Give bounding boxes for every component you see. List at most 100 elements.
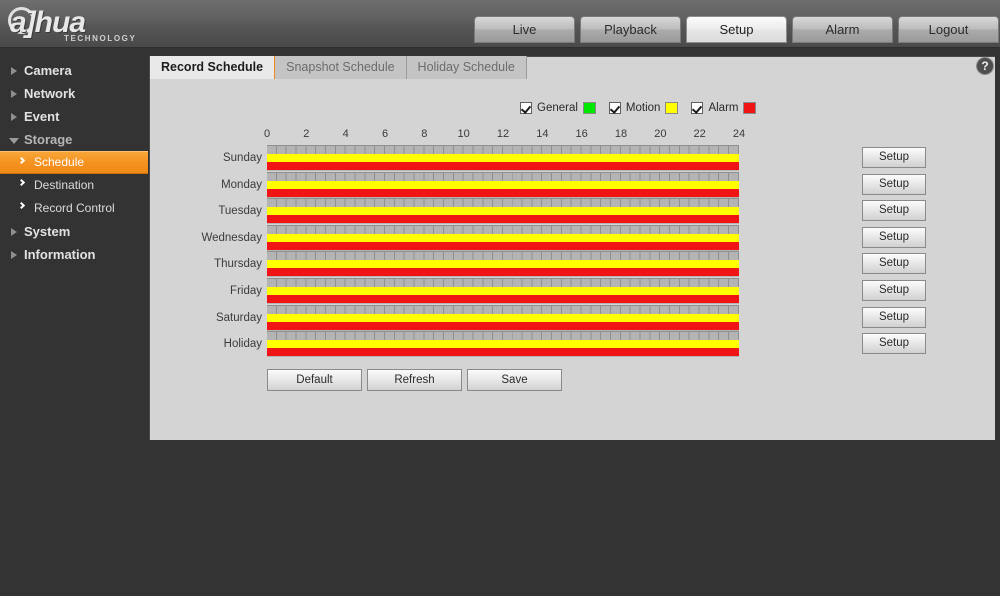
schedule-band-motion[interactable] xyxy=(267,287,739,295)
tab-record-schedule[interactable]: Record Schedule xyxy=(150,56,275,79)
legend-swatch-general xyxy=(583,102,596,114)
schedule-band-motion[interactable] xyxy=(267,260,739,268)
setup-button[interactable]: Setup xyxy=(862,307,926,328)
logo-tagline: TECHNOLOGY xyxy=(64,34,136,43)
schedule-band-alarm[interactable] xyxy=(267,348,739,357)
help-icon-glyph: ? xyxy=(976,57,994,75)
save-button[interactable]: Save xyxy=(467,369,562,391)
schedule-day-label: Saturday xyxy=(216,312,262,324)
schedule-band-general[interactable] xyxy=(267,251,739,260)
schedule-row: SundaySetup xyxy=(267,145,739,172)
topnav-logout-button[interactable]: Logout xyxy=(898,16,999,43)
axis-tick-label: 12 xyxy=(497,128,509,140)
app-header: a]hua TECHNOLOGY LivePlaybackSetupAlarmL… xyxy=(0,0,1000,48)
schedule-band-ticks xyxy=(267,199,739,207)
schedule-band-motion[interactable] xyxy=(267,181,739,189)
topnav-alarm-button[interactable]: Alarm xyxy=(792,16,893,43)
setup-button[interactable]: Setup xyxy=(862,147,926,168)
default-button[interactable]: Default xyxy=(267,369,362,391)
sidebar-item-label: Destination xyxy=(34,178,94,192)
chevron-right-icon xyxy=(11,228,17,236)
schedule-segment-motion xyxy=(267,287,739,295)
schedule-day-label: Holiday xyxy=(224,338,262,350)
checkbox-general-icon[interactable] xyxy=(520,102,532,114)
tab-snapshot-schedule[interactable]: Snapshot Schedule xyxy=(275,56,406,79)
schedule-row: TuesdaySetup xyxy=(267,198,739,225)
sidebar-item-event[interactable]: Event xyxy=(0,105,148,128)
checkbox-motion-icon[interactable] xyxy=(609,102,621,114)
setup-button[interactable]: Setup xyxy=(862,227,926,248)
schedule-row: WednesdaySetup xyxy=(267,225,739,252)
refresh-button[interactable]: Refresh xyxy=(367,369,462,391)
axis-tick-label: 22 xyxy=(694,128,706,140)
sidebar-item-storage[interactable]: Storage xyxy=(0,128,148,151)
schedule-band-motion[interactable] xyxy=(267,314,739,322)
schedule-band-alarm[interactable] xyxy=(267,295,739,304)
axis-tick-label: 4 xyxy=(343,128,349,140)
schedule-band-motion[interactable] xyxy=(267,207,739,215)
schedule-band-ticks xyxy=(267,146,739,154)
schedule-band-general[interactable] xyxy=(267,278,739,287)
schedule-band-general[interactable] xyxy=(267,331,739,340)
setup-button[interactable]: Setup xyxy=(862,280,926,301)
schedule-band-alarm[interactable] xyxy=(267,215,739,224)
legend-item-alarm[interactable]: Alarm xyxy=(691,102,756,114)
topnav-playback-button[interactable]: Playback xyxy=(580,16,681,43)
action-buttons: DefaultRefreshSave xyxy=(267,369,562,391)
axis-tick-label: 10 xyxy=(458,128,470,140)
schedule-band-general[interactable] xyxy=(267,198,739,207)
schedule-grid: SundaySetupMondaySetupTuesdaySetupWednes… xyxy=(267,145,739,358)
sidebar-item-label: Camera xyxy=(24,63,72,78)
sidebar-item-record-control[interactable]: Record Control xyxy=(0,197,148,220)
schedule-band-alarm[interactable] xyxy=(267,189,739,198)
schedule-row: SaturdaySetup xyxy=(267,305,739,332)
tab-holiday-schedule[interactable]: Holiday Schedule xyxy=(407,56,527,79)
setup-button[interactable]: Setup xyxy=(862,253,926,274)
schedule-band-general[interactable] xyxy=(267,145,739,154)
schedule-segment-alarm xyxy=(267,348,739,356)
schedule-band-general[interactable] xyxy=(267,172,739,181)
legend-item-motion[interactable]: Motion xyxy=(609,102,679,114)
axis-tick-label: 16 xyxy=(576,128,588,140)
schedule-band-ticks xyxy=(267,252,739,260)
schedule-day-label: Monday xyxy=(221,179,262,191)
schedule-segment-alarm xyxy=(267,295,739,303)
help-icon[interactable]: ? xyxy=(976,57,996,77)
topnav-setup-button[interactable]: Setup xyxy=(686,16,787,43)
legend-label: General xyxy=(537,102,578,114)
axis-tick-label: 18 xyxy=(615,128,627,140)
sidebar-item-schedule[interactable]: Schedule xyxy=(0,151,148,174)
chevron-right-icon xyxy=(11,251,17,259)
setup-button[interactable]: Setup xyxy=(862,200,926,221)
sidebar-item-camera[interactable]: Camera xyxy=(0,59,148,82)
schedule-band-motion[interactable] xyxy=(267,340,739,348)
topnav-live-button[interactable]: Live xyxy=(474,16,575,43)
schedule-band-alarm[interactable] xyxy=(267,322,739,331)
schedule-day-label: Sunday xyxy=(223,152,262,164)
sidebar-item-network[interactable]: Network xyxy=(0,82,148,105)
setup-button[interactable]: Setup xyxy=(862,174,926,195)
schedule-row: MondaySetup xyxy=(267,172,739,199)
schedule-row: HolidaySetup xyxy=(267,331,739,358)
sidebar-item-system[interactable]: System xyxy=(0,220,148,243)
chevron-right-icon xyxy=(18,202,25,209)
checkbox-alarm-icon[interactable] xyxy=(691,102,703,114)
schedule-band-general[interactable] xyxy=(267,305,739,314)
sidebar-item-information[interactable]: Information xyxy=(0,243,148,266)
time-axis: 024681012141618202224 xyxy=(267,128,739,144)
schedule-band-motion[interactable] xyxy=(267,154,739,162)
schedule-band-alarm[interactable] xyxy=(267,242,739,251)
content-panel: Record ScheduleSnapshot ScheduleHoliday … xyxy=(149,56,995,440)
chevron-right-icon xyxy=(11,90,17,98)
setup-button[interactable]: Setup xyxy=(862,333,926,354)
sidebar-item-label: Network xyxy=(24,86,75,101)
schedule-segment-motion xyxy=(267,207,739,215)
schedule-band-alarm[interactable] xyxy=(267,162,739,171)
schedule-segment-motion xyxy=(267,181,739,189)
schedule-band-alarm[interactable] xyxy=(267,268,739,277)
schedule-band-general[interactable] xyxy=(267,225,739,234)
legend-swatch-motion xyxy=(665,102,678,114)
schedule-band-motion[interactable] xyxy=(267,234,739,242)
legend-item-general[interactable]: General xyxy=(520,102,596,114)
sidebar-item-destination[interactable]: Destination xyxy=(0,174,148,197)
